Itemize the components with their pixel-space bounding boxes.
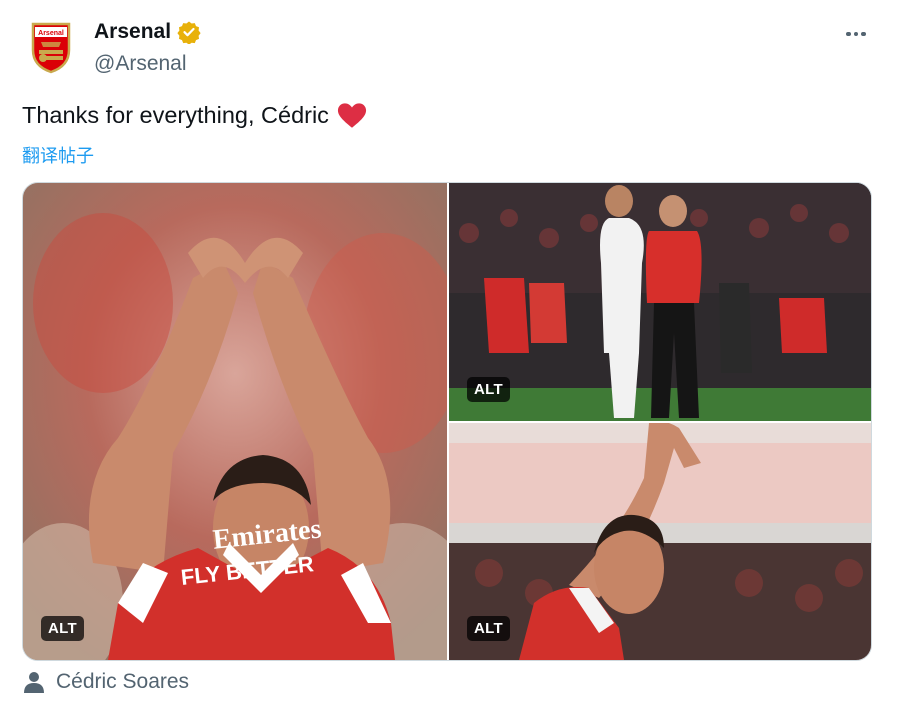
account-handle[interactable]: @Arsenal <box>94 52 187 76</box>
person-icon <box>24 672 44 693</box>
photo-cedric-heart-gesture[interactable]: Emirates FLY BETTER ALT <box>23 183 447 660</box>
media-grid: Emirates FLY BETTER ALT ALT ALT <box>22 182 872 661</box>
verified-badge-icon <box>177 21 201 44</box>
more-dot-icon <box>846 31 851 37</box>
display-name[interactable]: Arsenal <box>94 20 171 44</box>
more-options-button[interactable] <box>842 24 870 44</box>
tweet-header: Arsenal Arsenal @Arsenal <box>22 14 882 84</box>
alt-badge[interactable]: ALT <box>41 616 84 641</box>
arsenal-crest-logo: Arsenal <box>31 22 71 74</box>
translate-post-link[interactable]: 翻译帖子 <box>22 142 94 168</box>
tweet-body: Thanks for everything, Cédric <box>22 102 367 129</box>
more-dot-icon <box>861 31 866 37</box>
photo-illustration: Emirates FLY BETTER <box>23 183 447 660</box>
account-avatar[interactable]: Arsenal <box>22 18 80 76</box>
alt-badge[interactable]: ALT <box>467 377 510 402</box>
tweet-text: Thanks for everything, Cédric <box>22 102 329 128</box>
photo-illustration <box>449 183 871 421</box>
heart-icon <box>337 103 366 128</box>
more-dot-icon <box>853 31 859 37</box>
photo-illustration <box>449 423 871 660</box>
photo-cedric-waving[interactable]: ALT <box>449 423 871 660</box>
alt-badge[interactable]: ALT <box>467 616 510 641</box>
svg-text:Arsenal: Arsenal <box>38 30 64 37</box>
photo-players-embrace[interactable]: ALT <box>449 183 871 421</box>
tagged-people[interactable]: Cédric Soares <box>22 670 189 694</box>
tagged-person-name[interactable]: Cédric Soares <box>56 670 189 694</box>
